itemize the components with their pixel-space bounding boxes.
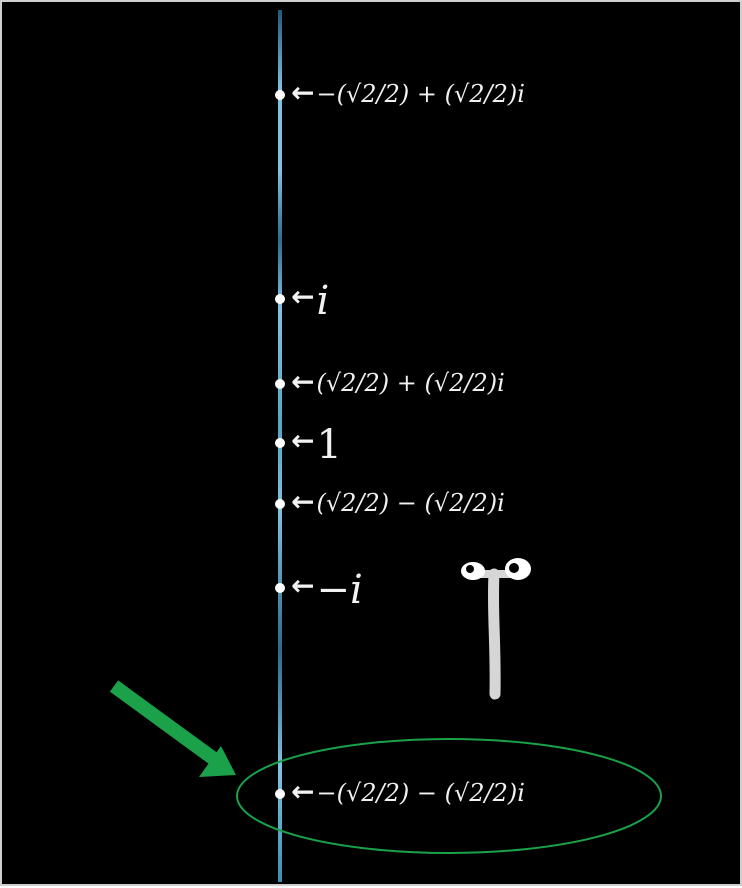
overlay-layer bbox=[109, 558, 662, 854]
pi-creature-icon bbox=[461, 558, 531, 700]
green-ellipse bbox=[236, 738, 662, 854]
diagram-canvas: ← −(√2/2) + (√2/2)i ← i ← (√2/2) + (√2/2… bbox=[0, 0, 742, 886]
green-arrow-icon bbox=[109, 680, 236, 777]
